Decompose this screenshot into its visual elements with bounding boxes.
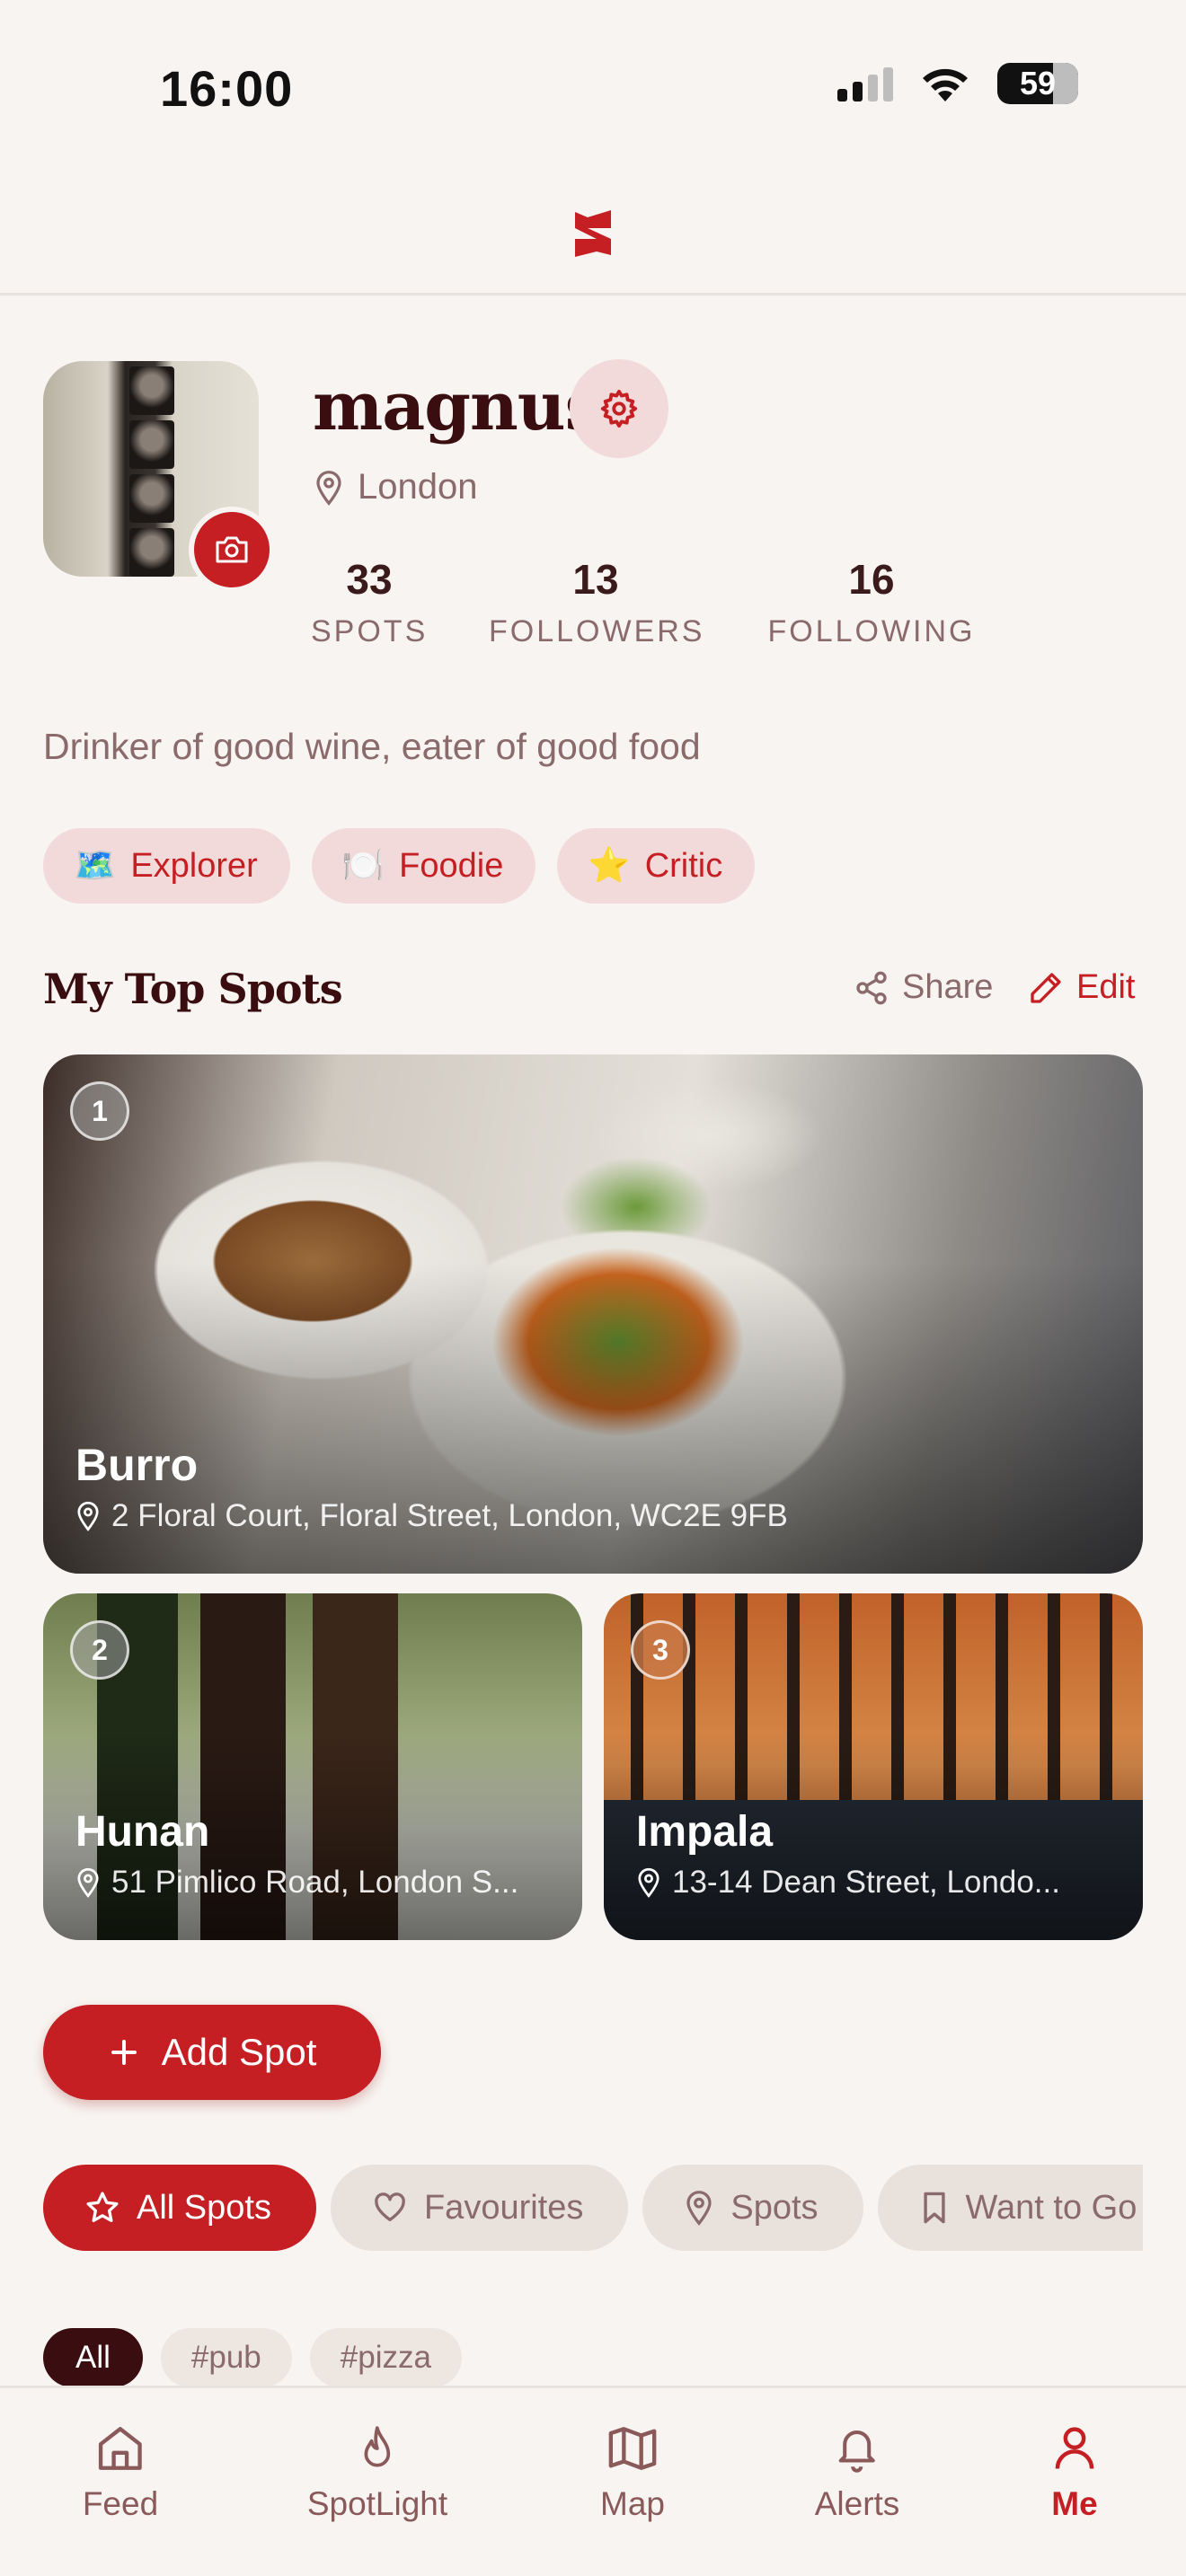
- star-icon: [86, 2192, 119, 2222]
- stat-following[interactable]: 16 FOLLOWING: [767, 555, 976, 649]
- stat-label: SPOTS: [311, 614, 429, 648]
- spot-address: 2 Floral Court, Floral Street, London, W…: [75, 1498, 788, 1534]
- badges: 🗺️ Explorer 🍽️ Foodie ⭐ Critic: [43, 828, 756, 904]
- flame-icon: [364, 2426, 391, 2467]
- section-title: My Top Spots: [43, 965, 343, 1013]
- spot-name: Impala: [636, 1808, 774, 1856]
- stat-label: FOLLOWERS: [489, 614, 705, 648]
- cellular-signal-icon: [837, 66, 893, 101]
- status-icons: 59: [837, 63, 1078, 104]
- star-emoji-icon: ⭐: [588, 847, 631, 885]
- s-logo-icon[interactable]: [570, 208, 616, 259]
- heart-icon: [375, 2192, 405, 2221]
- plate-emoji-icon: 🍽️: [341, 847, 385, 885]
- home-icon: [99, 2427, 142, 2470]
- user-icon: [1055, 2427, 1094, 2469]
- spot-address: 13-14 Dean Street, Londo...: [636, 1865, 1060, 1901]
- map-pin-icon: [77, 1501, 99, 1531]
- filter-label: All Spots: [137, 2188, 271, 2227]
- plus-icon: [111, 2040, 137, 2065]
- location: London: [314, 467, 477, 507]
- spot-address-text: 51 Pimlico Road, London S...: [111, 1865, 519, 1900]
- tab-label: Me: [1051, 2485, 1098, 2522]
- spot-name: Hunan: [75, 1808, 210, 1856]
- tab-spotlight[interactable]: SpotLight: [307, 2424, 447, 2523]
- wifi-icon: [923, 68, 968, 101]
- badge-label: Critic: [644, 846, 723, 885]
- stat-followers[interactable]: 13 FOLLOWERS: [489, 555, 703, 649]
- edit-label: Edit: [1076, 968, 1136, 1006]
- filter-row: All Spots Favourites Spots Want to Go: [43, 2165, 1143, 2253]
- filter-label: Spots: [730, 2188, 819, 2227]
- tab-label: Feed: [82, 2485, 159, 2522]
- tab-bar: Feed SpotLight Map Alerts Me: [0, 2386, 1186, 2576]
- top-spot-card[interactable]: 2 Hunan 51 Pimlico Road, London S...: [43, 1593, 582, 1940]
- header-divider: [0, 293, 1186, 296]
- filter-favourites[interactable]: Favourites: [330, 2165, 629, 2251]
- status-bar: 16:00 59: [0, 0, 1186, 171]
- tag-pizza[interactable]: #pizza: [309, 2328, 462, 2387]
- filter-label: Favourites: [423, 2188, 584, 2227]
- tag-row: All #pub #pizza: [43, 2328, 462, 2387]
- tab-label: SpotLight: [306, 2485, 448, 2522]
- bell-icon: [838, 2430, 876, 2473]
- location-text: London: [358, 467, 478, 507]
- map-pin-icon: [686, 2191, 712, 2226]
- camera-icon: [216, 536, 248, 563]
- badge-foodie[interactable]: 🍽️ Foodie: [311, 828, 536, 904]
- edit-button[interactable]: Edit: [1028, 968, 1135, 1007]
- profile-stats: 33 SPOTS 13 FOLLOWERS 16 FOLLOWING: [311, 555, 976, 649]
- tag-pub[interactable]: #pub: [160, 2328, 292, 2387]
- username: magnus: [313, 368, 602, 446]
- map-pin-icon: [638, 1867, 659, 1898]
- tab-alerts[interactable]: Alerts: [814, 2424, 900, 2523]
- add-spot-label: Add Spot: [161, 2031, 317, 2073]
- stat-spots[interactable]: 33 SPOTS: [311, 555, 428, 649]
- spot-name: Burro: [75, 1440, 199, 1490]
- settings-button[interactable]: [570, 359, 668, 458]
- status-time: 16:00: [160, 60, 294, 117]
- bio: Drinker of good wine, eater of good food: [43, 726, 701, 767]
- stat-label: FOLLOWING: [767, 614, 976, 648]
- map-emoji-icon: 🗺️: [74, 847, 117, 885]
- stat-value: 13: [572, 556, 619, 603]
- rank-badge: 2: [70, 1620, 129, 1680]
- pencil-icon: [1031, 972, 1061, 1003]
- top-spot-card[interactable]: 1 Burro 2 Floral Court, Floral Street, L…: [43, 1054, 1143, 1574]
- filter-label: Want to Go: [965, 2188, 1137, 2227]
- tab-label: Map: [600, 2485, 665, 2522]
- share-label: Share: [902, 968, 994, 1006]
- badge-explorer[interactable]: 🗺️ Explorer: [43, 828, 290, 904]
- spot-address: 51 Pimlico Road, London S...: [75, 1865, 518, 1901]
- gear-icon: [600, 389, 638, 428]
- spot-address-text: 2 Floral Court, Floral Street, London, W…: [111, 1498, 788, 1533]
- badge-label: Explorer: [130, 846, 258, 885]
- filter-spots[interactable]: Spots: [642, 2165, 863, 2251]
- tab-map[interactable]: Map: [600, 2424, 665, 2523]
- battery-icon: 59: [997, 63, 1078, 104]
- map-pin-icon: [77, 1867, 99, 1898]
- stat-value: 33: [346, 556, 393, 603]
- tab-label: Alerts: [814, 2485, 900, 2522]
- tab-me[interactable]: Me: [1050, 2424, 1099, 2523]
- filter-want-to-go[interactable]: Want to Go: [877, 2165, 1143, 2251]
- share-button[interactable]: Share: [854, 968, 993, 1007]
- map-pin-icon: [316, 470, 341, 506]
- tag-all[interactable]: All: [43, 2328, 143, 2387]
- share-icon: [856, 971, 887, 1004]
- tab-feed[interactable]: Feed: [83, 2424, 158, 2523]
- change-photo-button[interactable]: [189, 507, 275, 593]
- rank-badge: 1: [70, 1081, 129, 1141]
- badge-critic[interactable]: ⭐ Critic: [557, 828, 756, 904]
- spot-address-text: 13-14 Dean Street, Londo...: [672, 1865, 1060, 1900]
- filter-all-spots[interactable]: All Spots: [43, 2165, 316, 2251]
- stat-value: 16: [848, 556, 895, 603]
- bookmark-icon: [923, 2192, 945, 2224]
- map-icon: [608, 2427, 657, 2470]
- rank-badge: 3: [631, 1620, 690, 1680]
- badge-label: Foodie: [399, 846, 504, 885]
- top-spot-card[interactable]: 3 Impala 13-14 Dean Street, Londo...: [604, 1593, 1143, 1940]
- battery-level: 59: [1019, 65, 1057, 101]
- add-spot-button[interactable]: Add Spot: [43, 2005, 381, 2100]
